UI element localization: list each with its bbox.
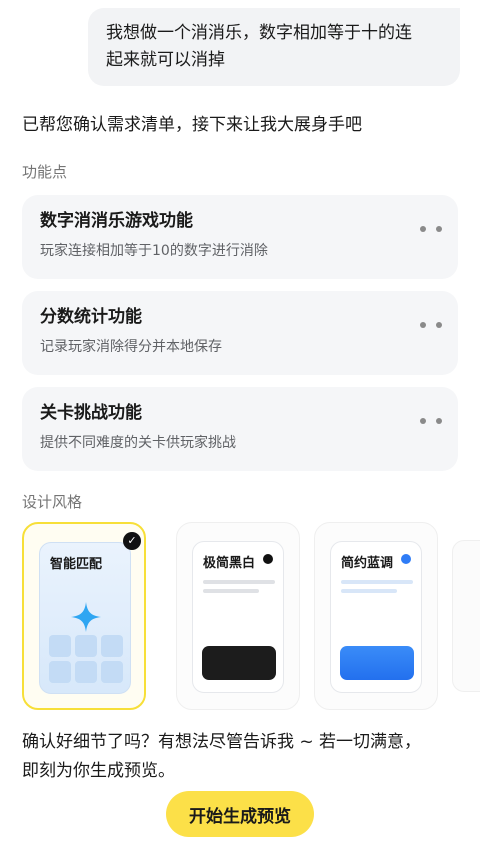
feature-desc: 提供不同难度的关卡供玩家挑战	[40, 435, 236, 451]
confirm-message: 确认好细节了吗？有想法尽管告诉我 ~ 若一切满意， 即刻为你生成预览。	[22, 728, 462, 786]
color-dot-icon	[401, 554, 411, 564]
feature-desc: 记录玩家消除得分并本地保存	[40, 339, 222, 355]
design-style-selector: 智能匹配 ✓ 极简黑白 简约蓝调	[22, 522, 480, 712]
check-icon: ✓	[123, 532, 141, 550]
feature-title: 数字消消乐游戏功能	[40, 211, 193, 231]
color-dot-icon	[263, 554, 273, 564]
feature-card[interactable]: 关卡挑战功能 提供不同难度的关卡供玩家挑战	[22, 387, 458, 471]
style-option-label: 极简黑白	[203, 556, 256, 571]
style-preview: 智能匹配	[39, 542, 131, 694]
assistant-reply: 已帮您确认需求清单，接下来让我大展身手吧	[22, 115, 362, 135]
design-section-label: 设计风格	[22, 493, 83, 511]
generate-preview-button[interactable]: 开始生成预览	[166, 791, 314, 837]
confirm-line-1: 确认好细节了吗？有想法尽管告诉我 ~ 若一切满意，	[22, 732, 422, 752]
style-option-label: 简约蓝调	[341, 556, 394, 571]
more-options-icon[interactable]	[420, 415, 442, 427]
feature-card[interactable]: 分数统计功能 记录玩家消除得分并本地保存	[22, 291, 458, 375]
game-tiles-preview	[49, 635, 123, 683]
user-message-bubble: 我想做一个消消乐，数字相加等于十的连 起来就可以消掉	[88, 8, 460, 86]
user-message-line-2: 起来就可以消掉	[106, 50, 225, 70]
preview-block	[340, 646, 414, 680]
feature-title: 分数统计功能	[40, 307, 142, 327]
style-option-blue[interactable]: 简约蓝调	[314, 522, 438, 710]
more-options-icon[interactable]	[420, 319, 442, 331]
feature-desc: 玩家连接相加等于10的数字进行消除	[40, 243, 268, 259]
style-option-monochrome[interactable]: 极简黑白	[176, 522, 300, 710]
style-option-label: 智能匹配	[50, 557, 103, 572]
features-section-label: 功能点	[22, 163, 68, 181]
more-options-icon[interactable]	[420, 223, 442, 235]
sparkle-icon	[71, 602, 101, 632]
feature-title: 关卡挑战功能	[40, 403, 142, 423]
style-preview: 简约蓝调	[330, 541, 422, 693]
preview-block	[202, 646, 276, 680]
style-option-partial[interactable]	[452, 540, 480, 692]
style-preview: 极简黑白	[192, 541, 284, 693]
user-message-line-1: 我想做一个消消乐，数字相加等于十的连	[106, 23, 412, 43]
feature-card[interactable]: 数字消消乐游戏功能 玩家连接相加等于10的数字进行消除	[22, 195, 458, 279]
confirm-line-2: 即刻为你生成预览。	[22, 761, 175, 781]
style-option-smart[interactable]: 智能匹配 ✓	[22, 522, 146, 710]
